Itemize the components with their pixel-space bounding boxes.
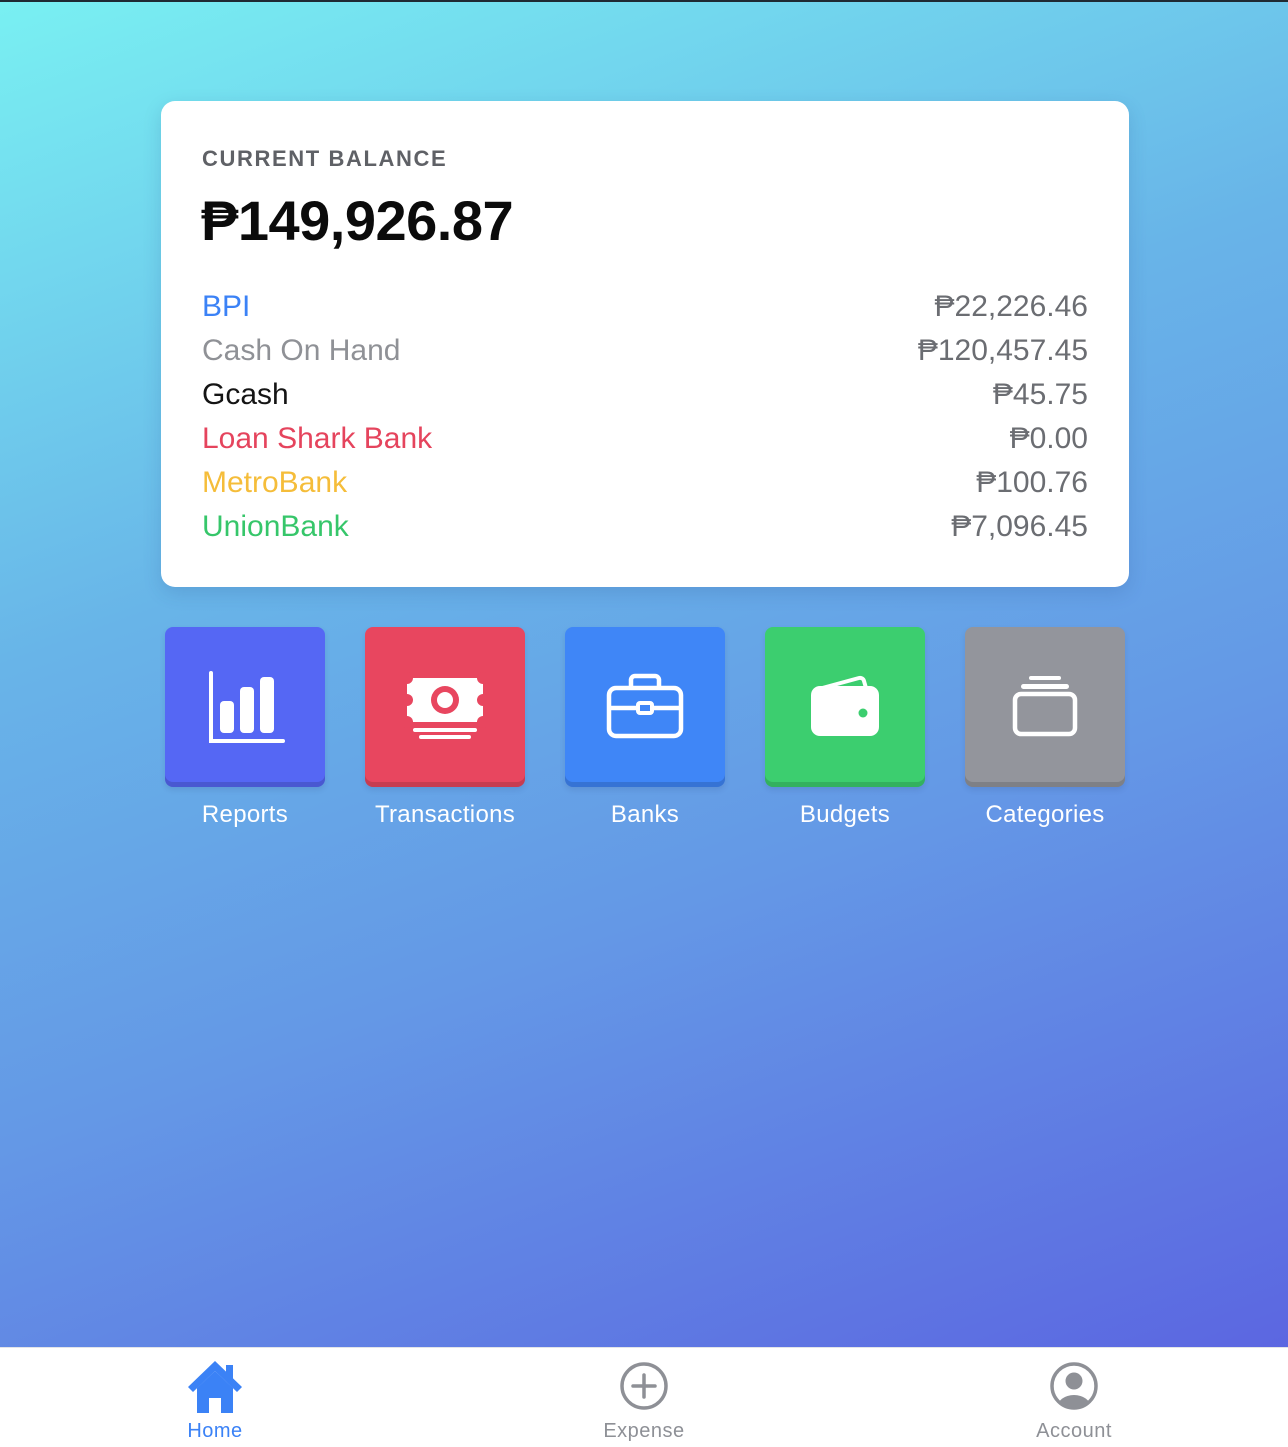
money-bill-icon bbox=[403, 672, 487, 739]
bottom-tab-bar: Home Expense Account bbox=[0, 1347, 1288, 1447]
balance-card: CURRENT BALANCE ₱149,926.87 BPI ₱22,226.… bbox=[161, 101, 1129, 587]
home-icon bbox=[188, 1361, 242, 1413]
bank-name: Cash On Hand bbox=[202, 334, 401, 367]
bank-row-gcash[interactable]: Gcash ₱45.75 bbox=[202, 373, 1088, 417]
transactions-label: Transactions bbox=[374, 801, 516, 828]
budgets-label: Budgets bbox=[799, 801, 891, 828]
tab-home[interactable]: Home bbox=[135, 1348, 295, 1447]
bank-row-loan-shark-bank[interactable]: Loan Shark Bank ₱0.00 bbox=[202, 417, 1088, 461]
current-balance-amount: ₱149,926.87 bbox=[201, 189, 514, 252]
categories-tile[interactable] bbox=[965, 627, 1125, 787]
reports-label: Reports bbox=[201, 801, 289, 828]
bank-balance-list: BPI ₱22,226.46 Cash On Hand ₱120,457.45 … bbox=[202, 285, 1088, 549]
bank-amount: ₱100.76 bbox=[976, 466, 1088, 499]
shortcut-grid: Reports Transactions Banks Budgets Categ… bbox=[165, 627, 1125, 837]
categories-shortcut[interactable]: Categories bbox=[965, 627, 1125, 829]
banks-shortcut[interactable]: Banks bbox=[565, 627, 725, 829]
tab-home-label: Home bbox=[187, 1420, 243, 1442]
bank-row-unionbank[interactable]: UnionBank ₱7,096.45 bbox=[202, 505, 1088, 549]
tab-account[interactable]: Account bbox=[994, 1348, 1154, 1447]
reports-tile[interactable] bbox=[165, 627, 325, 787]
bank-row-cash-on-hand[interactable]: Cash On Hand ₱120,457.45 bbox=[202, 329, 1088, 373]
categories-label: Categories bbox=[985, 801, 1105, 828]
tab-expense-label: Expense bbox=[603, 1420, 685, 1442]
bank-row-bpi[interactable]: BPI ₱22,226.46 bbox=[202, 285, 1088, 329]
bank-name: UnionBank bbox=[202, 510, 349, 543]
banks-tile[interactable] bbox=[565, 627, 725, 787]
reports-shortcut[interactable]: Reports bbox=[165, 627, 325, 829]
plus-circle-icon bbox=[620, 1362, 668, 1410]
window-top-edge bbox=[0, 0, 1288, 2]
bank-amount: ₱0.00 bbox=[1009, 422, 1088, 455]
bank-name: Gcash bbox=[202, 378, 289, 411]
tab-account-label: Account bbox=[1036, 1420, 1112, 1442]
transactions-shortcut[interactable]: Transactions bbox=[365, 627, 525, 829]
wallet-icon bbox=[811, 675, 879, 736]
card-stack-icon bbox=[1012, 676, 1078, 737]
banks-label: Banks bbox=[610, 801, 680, 828]
bank-amount: ₱120,457.45 bbox=[917, 334, 1088, 367]
budgets-tile[interactable] bbox=[765, 627, 925, 787]
app-screen: CURRENT BALANCE ₱149,926.87 BPI ₱22,226.… bbox=[0, 0, 1288, 1447]
balance-label: CURRENT BALANCE bbox=[202, 146, 448, 171]
transactions-tile[interactable] bbox=[365, 627, 525, 787]
user-circle-icon bbox=[1050, 1362, 1098, 1410]
bank-name: Loan Shark Bank bbox=[202, 422, 433, 455]
tab-expense[interactable]: Expense bbox=[564, 1348, 724, 1447]
briefcase-icon bbox=[606, 673, 684, 739]
bar-chart-icon bbox=[209, 671, 285, 743]
bank-name: MetroBank bbox=[202, 466, 348, 499]
budgets-shortcut[interactable]: Budgets bbox=[765, 627, 925, 829]
bank-amount: ₱45.75 bbox=[992, 378, 1088, 411]
bank-name: BPI bbox=[202, 290, 251, 323]
bank-row-metrobank[interactable]: MetroBank ₱100.76 bbox=[202, 461, 1088, 505]
bank-amount: ₱7,096.45 bbox=[951, 510, 1088, 543]
bank-amount: ₱22,226.46 bbox=[934, 290, 1088, 323]
